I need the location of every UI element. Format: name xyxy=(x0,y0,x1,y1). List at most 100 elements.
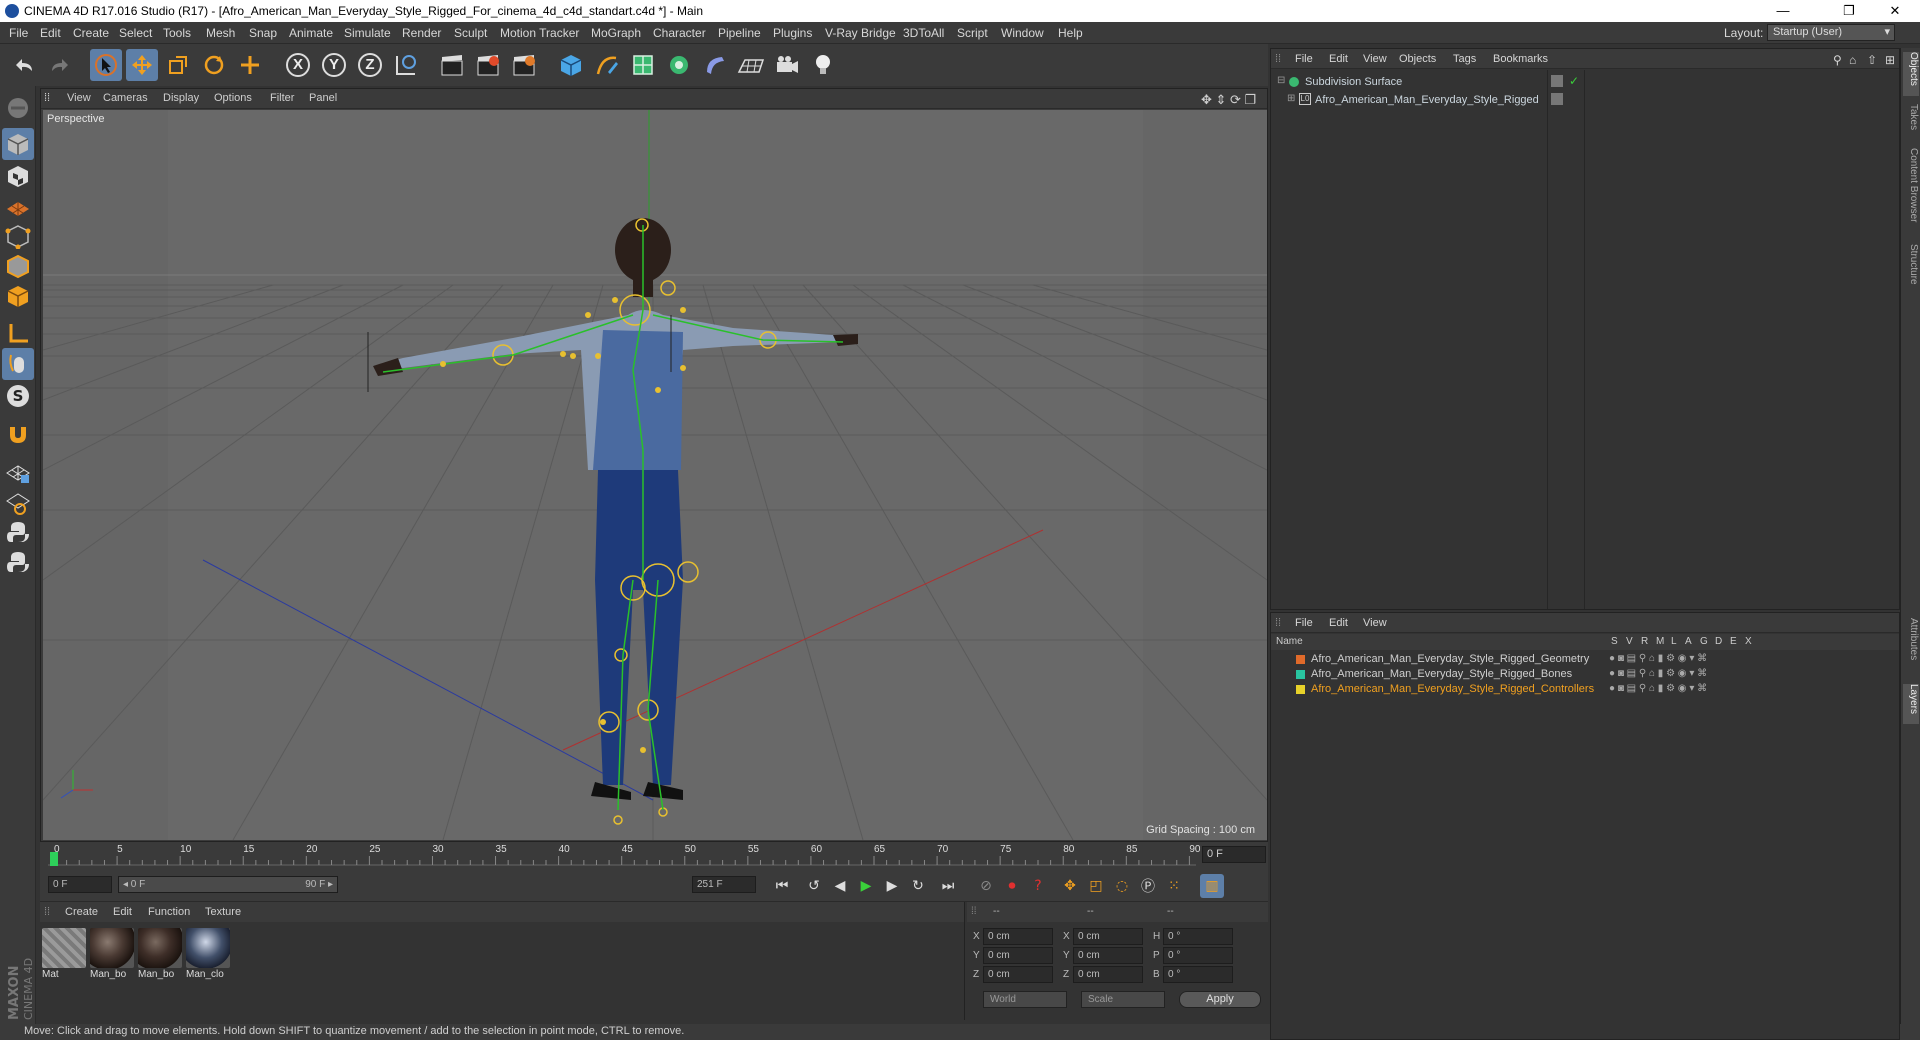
menu-edit[interactable]: Edit xyxy=(40,26,61,40)
end-frame-field[interactable]: 251 F xyxy=(692,876,756,893)
menu-character[interactable]: Character xyxy=(653,26,706,40)
key-pla-button[interactable]: ⁙ xyxy=(1162,874,1186,898)
add-cube-button[interactable] xyxy=(555,49,587,81)
size-x-field[interactable]: 0 cm xyxy=(1073,928,1143,945)
add-camera-button[interactable] xyxy=(771,49,803,81)
objmgr-menu-tags[interactable]: Tags xyxy=(1453,53,1476,65)
layer-row[interactable]: Afro_American_Man_Everyday_Style_Rigged_… xyxy=(1271,667,1899,682)
objmgr-menu-file[interactable]: File xyxy=(1295,53,1313,65)
size-z-field[interactable]: 0 cm xyxy=(1073,966,1143,983)
menu-tools[interactable]: Tools xyxy=(163,26,191,40)
texture-mode-button[interactable] xyxy=(2,160,34,192)
points-mode-button[interactable] xyxy=(2,220,34,252)
layer-flag-icons[interactable]: ● ◙ ▤ ⚲ ⌂ ▮ ⚙ ◉ ▾ ⌘ xyxy=(1609,683,1707,694)
workplane-snap-button[interactable] xyxy=(2,486,34,518)
layer-flag-icons[interactable]: ● ◙ ▤ ⚲ ⌂ ▮ ⚙ ◉ ▾ ⌘ xyxy=(1609,668,1707,679)
redo-button[interactable] xyxy=(44,49,76,81)
minimize-button[interactable]: — xyxy=(1760,0,1806,22)
python-script-button-2[interactable] xyxy=(2,546,34,578)
search-icon[interactable]: ⚲ xyxy=(1833,53,1842,67)
material-swatch[interactable]: Man_clo xyxy=(186,928,230,986)
python-script-button-1[interactable] xyxy=(2,516,34,548)
undo-button[interactable] xyxy=(8,49,40,81)
z-axis-lock-button[interactable]: Z xyxy=(354,49,386,81)
menu-script[interactable]: Script xyxy=(957,26,988,40)
tab-attributes[interactable]: Attributes xyxy=(1903,618,1919,678)
viewport-menu-view[interactable]: View xyxy=(67,92,91,104)
layer-color-swatch[interactable] xyxy=(1296,670,1305,679)
maximize-button[interactable]: ❐ xyxy=(1826,0,1872,22)
material-menu-edit[interactable]: Edit xyxy=(113,906,132,918)
add-spline-button[interactable] xyxy=(591,49,623,81)
menu-vray-bridge[interactable]: V-Ray Bridge xyxy=(825,26,896,40)
coordinate-system-button[interactable] xyxy=(390,49,422,81)
menu-mesh[interactable]: Mesh xyxy=(206,26,235,40)
viewport-canvas[interactable]: Perspective Grid Spacing : 100 cm xyxy=(43,110,1267,840)
object-row[interactable]: ⊞ L0 Afro_American_Man_Everyday_Style_Ri… xyxy=(1271,91,1899,109)
viewport-menu-cameras[interactable]: Cameras xyxy=(103,92,148,104)
arrow-up-icon[interactable]: ⇧ xyxy=(1867,53,1877,67)
menu-create[interactable]: Create xyxy=(73,26,109,40)
add-light-button[interactable] xyxy=(807,49,839,81)
menu-animate[interactable]: Animate xyxy=(289,26,333,40)
menu-motion-tracker[interactable]: Motion Tracker xyxy=(500,26,579,40)
objmgr-menu-view[interactable]: View xyxy=(1363,53,1387,65)
rotation-p-field[interactable]: 0 ° xyxy=(1163,947,1233,964)
material-swatch[interactable]: Man_bo xyxy=(138,928,182,986)
menu-mograph[interactable]: MoGraph xyxy=(591,26,641,40)
start-frame-field[interactable]: 0 F xyxy=(48,876,112,893)
expand-icon[interactable]: ⊞ xyxy=(1287,93,1295,104)
layout-dropdown[interactable]: Startup (User) ▾ xyxy=(1767,24,1895,41)
size-y-field[interactable]: 0 cm xyxy=(1073,947,1143,964)
add-nurbs-button[interactable] xyxy=(627,49,659,81)
objmgr-menu-bookmarks[interactable]: Bookmarks xyxy=(1493,53,1548,65)
home-icon[interactable]: ⌂ xyxy=(1849,53,1856,67)
model-mode-button[interactable] xyxy=(2,128,34,160)
live-selection-button[interactable] xyxy=(90,49,122,81)
layermgr-menu-file[interactable]: File xyxy=(1295,617,1313,629)
workplane-lock-button[interactable] xyxy=(2,456,34,488)
position-x-field[interactable]: 0 cm xyxy=(983,928,1053,945)
timeline-window-button[interactable]: ▥ xyxy=(1200,874,1224,898)
tab-layers[interactable]: Layers xyxy=(1903,684,1919,724)
apply-button[interactable]: Apply xyxy=(1179,991,1261,1008)
layer-row[interactable]: Afro_American_Man_Everyday_Style_Rigged_… xyxy=(1271,682,1899,697)
tab-objects[interactable]: Objects xyxy=(1903,52,1919,96)
edges-mode-button[interactable] xyxy=(2,250,34,282)
key-scale-button[interactable]: ◰ xyxy=(1084,874,1108,898)
object-row[interactable]: ⊟ Subdivision Surface ✓ xyxy=(1271,73,1899,91)
go-to-start-button[interactable]: ⏮ xyxy=(770,874,794,898)
tab-structure[interactable]: Structure xyxy=(1903,244,1919,298)
layermgr-menu-view[interactable]: View xyxy=(1363,617,1387,629)
menu-render[interactable]: Render xyxy=(402,26,441,40)
recent-tool-button[interactable] xyxy=(234,49,266,81)
y-axis-lock-button[interactable]: Y xyxy=(318,49,350,81)
next-key-button[interactable]: ↻ xyxy=(906,874,930,898)
next-frame-button[interactable]: ▶ xyxy=(880,874,904,898)
new-view-icon[interactable]: ⊞ xyxy=(1885,53,1895,67)
enabled-check-icon[interactable]: ✓ xyxy=(1569,74,1579,88)
material-swatch[interactable]: Mat xyxy=(42,928,86,986)
timeline-ruler[interactable]: 0 5 10 15 20 25 30 35 40 45 50 55 60 65 70 75 80 85 90 xyxy=(48,844,1201,866)
menu-snap[interactable]: Snap xyxy=(249,26,277,40)
solo-mode-button[interactable]: S xyxy=(2,380,34,412)
viewport-menu-filter[interactable]: Filter xyxy=(270,92,294,104)
viewport-menu-display[interactable]: Display xyxy=(163,92,199,104)
tweak-mode-button[interactable] xyxy=(2,348,34,380)
material-menu-create[interactable]: Create xyxy=(65,906,98,918)
go-to-end-button[interactable]: ⏭ xyxy=(936,874,960,898)
menu-simulate[interactable]: Simulate xyxy=(344,26,391,40)
menu-window[interactable]: Window xyxy=(1001,26,1044,40)
layer-color-swatch[interactable] xyxy=(1296,685,1305,694)
keyframe-selection-button[interactable]: ? xyxy=(1026,874,1050,898)
viewport-navigate-icons[interactable]: ✥ ⇕ ⟳ ❐ xyxy=(1201,92,1256,108)
x-axis-lock-button[interactable]: X xyxy=(282,49,314,81)
viewport-menu-options[interactable]: Options xyxy=(214,92,252,104)
frame-range-slider[interactable]: ◂ 0 F 90 F ▸ xyxy=(118,876,338,893)
menu-file[interactable]: File xyxy=(9,26,28,40)
objmgr-menu-edit[interactable]: Edit xyxy=(1329,53,1348,65)
move-tool-button[interactable] xyxy=(126,49,158,81)
menu-pipeline[interactable]: Pipeline xyxy=(718,26,761,40)
menu-select[interactable]: Select xyxy=(119,26,152,40)
polygons-mode-button[interactable] xyxy=(2,280,34,312)
